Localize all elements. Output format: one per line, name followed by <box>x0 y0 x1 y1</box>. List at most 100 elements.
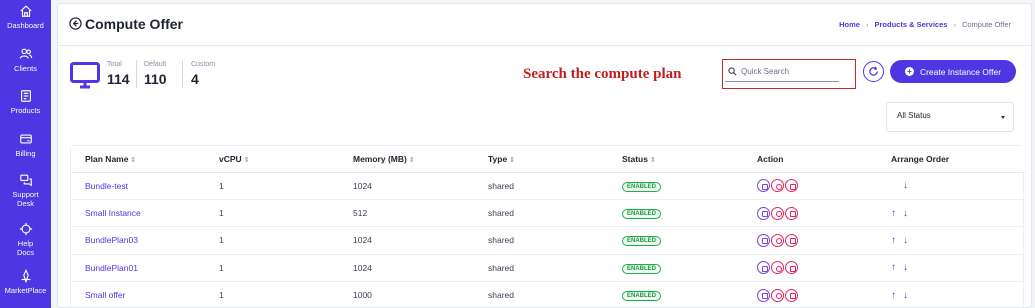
products-icon <box>20 90 31 102</box>
action-cell <box>743 172 877 200</box>
arrow-up-icon[interactable]: ↑ <box>891 290 896 301</box>
edit-icon[interactable] <box>757 288 770 302</box>
annotation-text: Search the compute plan <box>523 66 682 82</box>
edit-icon[interactable] <box>757 206 770 220</box>
status-badge: ENABLED <box>622 209 662 220</box>
status-cell: ENABLED <box>608 226 743 255</box>
memory-cell: 1000 <box>339 281 474 307</box>
sidebar-item-marketplace[interactable]: MarketPlace <box>0 269 51 295</box>
status-filter-select[interactable]: All Status <box>886 102 1014 132</box>
edit-icon[interactable] <box>757 261 770 275</box>
edit-icon[interactable] <box>757 179 770 193</box>
sidebar-item-clients[interactable]: Clients <box>0 47 51 73</box>
arrow-down-icon[interactable]: ↓ <box>903 208 908 219</box>
type-cell: shared <box>474 199 608 228</box>
back-arrow-icon[interactable] <box>69 17 82 30</box>
memory-cell: 1024 <box>339 254 474 283</box>
sidebar-item-billing[interactable]: Billing <box>0 132 51 158</box>
status-filter-value: All Status <box>897 111 931 120</box>
users-icon <box>19 48 32 59</box>
view-icon[interactable] <box>771 233 784 247</box>
delete-icon[interactable] <box>785 233 798 247</box>
billing-icon <box>19 134 32 144</box>
arrow-down-icon[interactable]: ↓ <box>903 180 908 191</box>
view-icon[interactable] <box>771 261 784 275</box>
column-header-vcpu[interactable]: vCPU ⇕ <box>205 146 339 173</box>
arrange-order-cell: ↑ ↓ <box>877 281 1025 307</box>
search-icon <box>728 67 737 76</box>
sidebar-item-label: Dashboard <box>7 21 44 30</box>
sidebar: Dashboard Clients Products Billing Suppo… <box>0 0 51 308</box>
view-icon[interactable] <box>771 288 784 302</box>
plus-icon: + <box>904 67 914 76</box>
stat-label: Custom <box>191 61 216 68</box>
sort-icon: ⇕ <box>130 156 137 164</box>
column-header-type[interactable]: Type ⇕ <box>474 146 608 173</box>
plan-name-link[interactable]: BundlePlan03 <box>71 226 205 255</box>
edit-icon[interactable] <box>757 233 770 247</box>
create-instance-offer-button[interactable]: + Create Instance Offer <box>890 60 1016 83</box>
support-icon <box>19 174 32 187</box>
column-header-action: Action <box>743 146 877 173</box>
sidebar-item-help-docs[interactable]: Help Docs <box>0 222 51 257</box>
delete-icon[interactable] <box>785 261 798 275</box>
plan-name-link[interactable]: Small Instance <box>71 199 205 228</box>
sidebar-item-label: Support Desk <box>12 190 39 208</box>
marketplace-icon <box>21 269 30 283</box>
page-header: Compute Offer Home › Products & Services… <box>58 4 1031 46</box>
sidebar-item-label: MarketPlace <box>4 286 47 295</box>
stat-total: Total 114 <box>107 61 130 87</box>
arrow-down-icon[interactable]: ↓ <box>903 290 908 301</box>
home-icon <box>19 5 32 17</box>
column-header-memory[interactable]: Memory (MB) ⇕ <box>339 146 474 173</box>
type-cell: shared <box>474 281 608 307</box>
sidebar-item-label: Help Docs <box>16 239 35 257</box>
search-input[interactable] <box>741 64 851 78</box>
type-cell: shared <box>474 226 608 255</box>
stat-custom: Custom 4 <box>191 61 215 87</box>
arrow-up-icon[interactable]: ↑ <box>891 262 896 273</box>
delete-icon[interactable] <box>785 179 798 193</box>
vcpu-cell: 1 <box>205 281 339 307</box>
sidebar-item-dashboard[interactable]: Dashboard <box>0 4 51 30</box>
arrow-up-icon[interactable]: ↑ <box>891 208 896 219</box>
stat-default: Default 110 <box>144 61 167 87</box>
column-header-status[interactable]: Status ⇕ <box>608 146 743 173</box>
sidebar-item-label: Clients <box>14 64 37 73</box>
stat-value: 4 <box>191 71 199 87</box>
status-cell: ENABLED <box>608 199 743 228</box>
breadcrumb-products-services[interactable]: Products & Services <box>874 20 947 29</box>
refresh-icon <box>869 66 878 76</box>
sidebar-item-support-desk[interactable]: Support Desk <box>0 173 51 208</box>
sort-icon: ⇕ <box>243 156 250 164</box>
column-header-plan-name[interactable]: Plan Name ⇕ <box>71 146 205 173</box>
type-cell: shared <box>474 172 608 200</box>
plan-name-link[interactable]: Bundle-test <box>71 172 205 200</box>
plan-name-link[interactable]: BundlePlan01 <box>71 254 205 283</box>
status-cell: ENABLED <box>608 172 743 200</box>
delete-icon[interactable] <box>785 206 798 220</box>
help-icon <box>19 222 32 236</box>
refresh-button[interactable] <box>863 61 884 82</box>
stat-value: 110 <box>144 71 167 87</box>
arrange-order-cell: ↑ ↓ <box>877 226 1025 255</box>
table-row: Small offer 1 1000 shared ENABLED ↑ ↓ <box>71 281 1025 307</box>
table-header-row: Plan Name ⇕ vCPU ⇕ Memory (MB) ⇕ Type ⇕ Stat… <box>71 146 1025 173</box>
view-icon[interactable] <box>771 179 784 193</box>
view-icon[interactable] <box>771 206 784 220</box>
breadcrumb-home[interactable]: Home <box>839 20 860 29</box>
delete-icon[interactable] <box>785 288 798 302</box>
arrow-down-icon[interactable]: ↓ <box>903 262 908 273</box>
action-cell <box>743 226 877 255</box>
arrow-up-icon[interactable]: ↑ <box>891 235 896 246</box>
breadcrumb: Home › Products & Services › Compute Off… <box>839 20 1011 29</box>
chevron-down-icon <box>1001 116 1005 119</box>
sidebar-item-products[interactable]: Products <box>0 89 51 115</box>
table-row: BundlePlan01 1 1024 shared ENABLED ↑ ↓ <box>71 254 1025 283</box>
sidebar-item-label: Billing <box>15 149 36 158</box>
memory-cell: 1024 <box>339 172 474 200</box>
stat-divider <box>136 60 137 88</box>
arrow-down-icon[interactable]: ↓ <box>903 235 908 246</box>
plan-name-link[interactable]: Small offer <box>71 281 205 307</box>
status-cell: ENABLED <box>608 254 743 283</box>
